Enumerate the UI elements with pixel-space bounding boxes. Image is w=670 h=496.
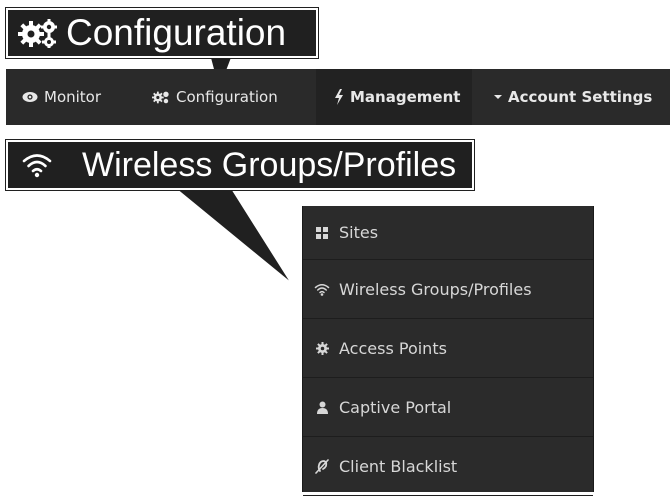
nav-account-settings-label: Account Settings bbox=[508, 88, 653, 106]
wifi-icon bbox=[313, 283, 331, 296]
menu-item-wireless-groups-profiles[interactable]: Wireless Groups/Profiles bbox=[303, 260, 593, 319]
menu-item-client-blacklist-label: Client Blacklist bbox=[339, 456, 458, 476]
menu-item-wireless-label: Wireless Groups/Profiles bbox=[339, 279, 532, 299]
configuration-dropdown-menu: Sites Wireless Groups/Profiles Access Po… bbox=[302, 206, 594, 496]
nav-account-settings[interactable]: Account Settings bbox=[472, 69, 670, 125]
nav-monitor-label: Monitor bbox=[44, 88, 102, 106]
menu-item-captive-portal-label: Captive Portal bbox=[339, 397, 452, 417]
bolt-icon bbox=[335, 89, 343, 105]
gears-icon bbox=[152, 91, 169, 104]
deaf-icon bbox=[313, 458, 331, 474]
wireless-callout: Wireless Groups/Profiles bbox=[6, 140, 474, 190]
menu-item-access-points[interactable]: Access Points bbox=[303, 319, 593, 378]
menu-item-sites[interactable]: Sites bbox=[303, 206, 593, 260]
menu-item-client-blacklist[interactable]: Client Blacklist bbox=[303, 437, 593, 496]
caret-down-icon bbox=[494, 95, 502, 99]
nav-management[interactable]: Management bbox=[316, 69, 472, 125]
top-navbar: Monitor Configuration Management Account… bbox=[6, 69, 670, 125]
menu-item-captive-portal[interactable]: Captive Portal bbox=[303, 378, 593, 437]
gears-icon bbox=[18, 19, 57, 48]
configuration-callout-text: Configuration bbox=[66, 12, 287, 53]
gear-icon bbox=[313, 341, 331, 355]
nav-configuration-label: Configuration bbox=[176, 88, 278, 106]
user-icon bbox=[313, 401, 331, 414]
nav-management-label: Management bbox=[350, 88, 461, 106]
eye-icon bbox=[22, 92, 38, 102]
nav-monitor[interactable]: Monitor bbox=[6, 69, 138, 125]
wireless-callout-text: Wireless Groups/Profiles bbox=[82, 145, 457, 184]
nav-configuration[interactable]: Configuration bbox=[138, 69, 316, 125]
menu-item-access-points-label: Access Points bbox=[339, 338, 447, 358]
menu-item-sites-label: Sites bbox=[339, 223, 379, 242]
configuration-callout: Configuration bbox=[6, 8, 318, 58]
wifi-icon bbox=[22, 154, 52, 178]
grid-icon bbox=[313, 226, 331, 239]
wireless-callout-pointer bbox=[173, 188, 293, 285]
